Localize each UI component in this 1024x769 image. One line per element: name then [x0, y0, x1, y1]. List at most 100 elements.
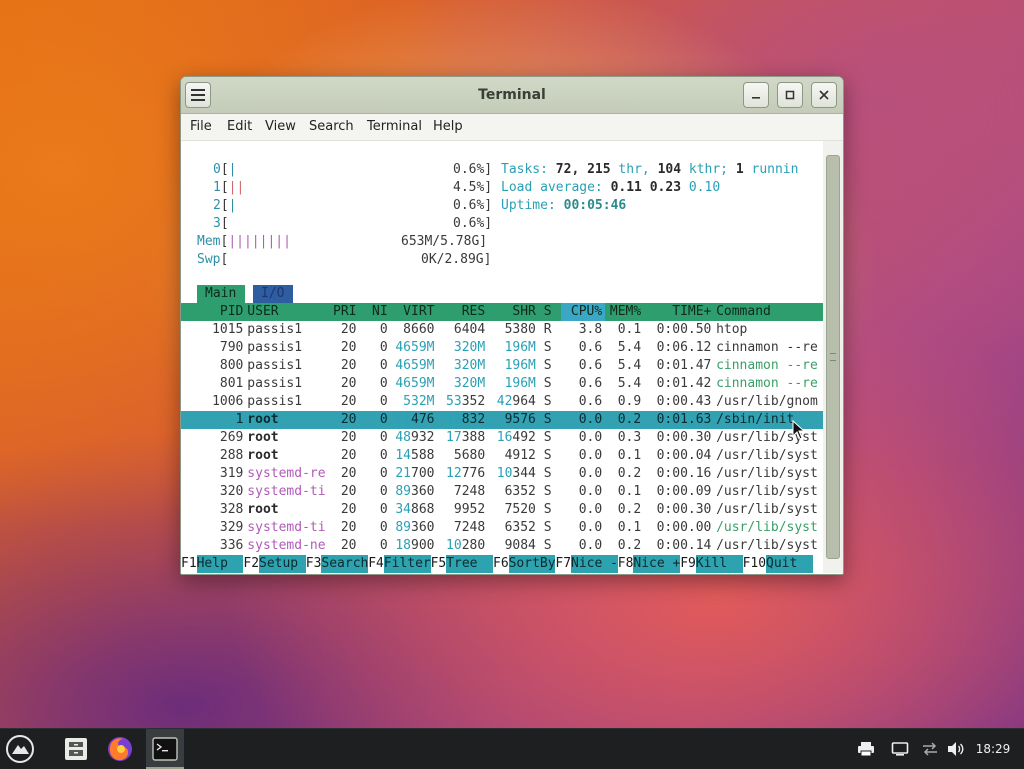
- process-cell-virt: 8660: [403, 322, 435, 337]
- tab-io[interactable]: I/O: [261, 285, 284, 303]
- terminal-content[interactable]: 0[| 0.6%] 1[|| 4.5%] 2[| 0.6%] 3[ 0.6%] …: [181, 141, 823, 573]
- menu-view[interactable]: View: [265, 114, 296, 140]
- process-cell-ni: 0: [379, 520, 388, 535]
- column-header-s: S: [543, 304, 552, 319]
- process-cell-shr: 6352: [504, 520, 536, 535]
- fkey-action-help[interactable]: Help: [197, 555, 228, 573]
- fkey-f4: F4: [368, 556, 384, 571]
- process-cell-mem: 0.1: [617, 520, 642, 535]
- terminal-window[interactable]: Terminal File Edit View Search Terminal …: [180, 76, 844, 575]
- volume-tray[interactable]: [946, 739, 966, 759]
- column-header-mem: MEM%: [609, 304, 642, 319]
- process-cell-cpu: 0.0: [578, 466, 603, 481]
- network-icon: [923, 742, 937, 756]
- fkey-f9: F9: [680, 556, 696, 571]
- network-tray[interactable]: [920, 739, 940, 759]
- fkey-action-nice[interactable]: Nice +: [633, 555, 680, 573]
- process-cell-s: S: [543, 394, 552, 409]
- minimize-button[interactable]: [743, 82, 769, 108]
- process-cell-pri: 20: [340, 520, 357, 535]
- file-manager-launcher[interactable]: [58, 733, 94, 765]
- process-cell-ni: 0: [379, 322, 388, 337]
- menu-help[interactable]: Help: [433, 114, 463, 140]
- clock[interactable]: 18:29: [970, 729, 1016, 769]
- process-cell-pri: 20: [340, 340, 357, 355]
- uptime-meter: Uptime: 00:05:46: [501, 198, 627, 213]
- fkey-action-setup[interactable]: Setup: [259, 555, 298, 573]
- process-cell-shr: 9084: [504, 538, 536, 553]
- process-cell-res: 5680: [453, 448, 486, 463]
- process-cell-res: 17388: [446, 430, 486, 445]
- process-cell-virt: 18900: [395, 538, 435, 553]
- menu-search[interactable]: Search: [309, 114, 354, 140]
- menu-terminal[interactable]: Terminal: [367, 114, 422, 140]
- column-header-shr: SHR: [512, 304, 536, 319]
- close-button[interactable]: [811, 82, 837, 108]
- process-cell-s: S: [543, 412, 552, 427]
- fkey-action-sortby[interactable]: SortBy: [509, 555, 556, 573]
- process-cell-command: /usr/lib/syst: [716, 538, 818, 553]
- process-cell-shr: 4912: [504, 448, 536, 463]
- process-cell-user: root: [247, 430, 279, 445]
- menu-icon: [6, 735, 34, 763]
- process-cell-pri: 20: [340, 502, 357, 517]
- taskbar: 18:29: [0, 728, 1024, 769]
- process-cell-user: passis1: [247, 340, 303, 355]
- process-cell-user: systemd-ne: [247, 538, 326, 553]
- process-cell-command: /usr/lib/syst: [716, 520, 818, 535]
- process-cell-command: /usr/lib/syst: [716, 448, 818, 463]
- process-cell-s: S: [543, 340, 552, 355]
- process-cell-shr: 16492: [496, 430, 536, 445]
- terminal-launcher[interactable]: [147, 733, 183, 765]
- process-cell-user: passis1: [247, 376, 303, 391]
- window-menu-button[interactable]: [185, 82, 211, 108]
- hamburger-icon: [191, 89, 205, 101]
- fkey-action-kill[interactable]: Kill: [696, 555, 727, 573]
- menu-edit[interactable]: Edit: [227, 114, 252, 140]
- fkey-action-filter[interactable]: Filter: [384, 555, 431, 573]
- process-cell-command: /usr/lib/gnom: [716, 394, 818, 409]
- column-header-pri: PRI: [333, 304, 357, 319]
- column-header-command: Command: [716, 304, 771, 319]
- fkey-action-quit[interactable]: Quit: [766, 555, 797, 573]
- process-cell-pri: 20: [340, 466, 357, 481]
- process-cell-res: 320M: [453, 358, 486, 373]
- fkey-action-nice[interactable]: Nice -: [571, 555, 618, 573]
- fkey-action-tree[interactable]: Tree: [446, 555, 477, 573]
- process-cell-shr: 196M: [504, 376, 536, 391]
- tab-main[interactable]: Main: [205, 285, 236, 303]
- start-menu-button[interactable]: [2, 733, 38, 765]
- process-cell-cpu: 0.0: [578, 520, 603, 535]
- process-cell-pri: 20: [340, 484, 357, 499]
- maximize-button[interactable]: [777, 82, 803, 108]
- firefox-launcher[interactable]: [102, 733, 138, 765]
- process-cell-pid: 319: [219, 466, 244, 481]
- scrollbar-grip: [830, 353, 836, 361]
- process-cell-mem: 0.9: [617, 394, 642, 409]
- process-cell-command: /usr/lib/syst: [716, 502, 818, 517]
- process-cell-shr: 9576: [504, 412, 536, 427]
- title-bar[interactable]: Terminal: [181, 77, 843, 114]
- process-cell-cpu: 0.0: [578, 502, 603, 517]
- process-cell-time: 0:00.16: [656, 466, 712, 481]
- process-cell-cpu: 0.6: [578, 340, 603, 355]
- process-cell-virt: 4659M: [395, 376, 435, 391]
- process-cell-time: 0:06.12: [656, 340, 712, 355]
- process-cell-command: htop: [716, 322, 748, 337]
- display-tray[interactable]: [890, 739, 910, 759]
- mem-meter: Mem[||||||||: [197, 234, 291, 249]
- column-header-virt: VIRT: [403, 304, 435, 319]
- process-cell-user: root: [247, 448, 279, 463]
- process-cell-res: 6404: [453, 322, 486, 337]
- process-cell-time: 0:00.30: [656, 430, 712, 445]
- function-key-bar: F1 Help F2 Setup F3 Search F4 Filter F5 Tree F6 Sor…: [181, 555, 823, 573]
- process-cell-s: S: [543, 376, 552, 391]
- process-cell-user: passis1: [247, 322, 303, 337]
- process-cell-command: /usr/lib/syst: [716, 484, 818, 499]
- printer-tray[interactable]: [856, 739, 876, 759]
- fkey-action-search[interactable]: Search: [321, 555, 368, 573]
- process-cell-command: cinnamon --re: [716, 376, 818, 391]
- process-cell-ni: 0: [379, 484, 388, 499]
- menu-file[interactable]: File: [190, 114, 212, 140]
- process-cell-mem: 0.1: [617, 322, 642, 337]
